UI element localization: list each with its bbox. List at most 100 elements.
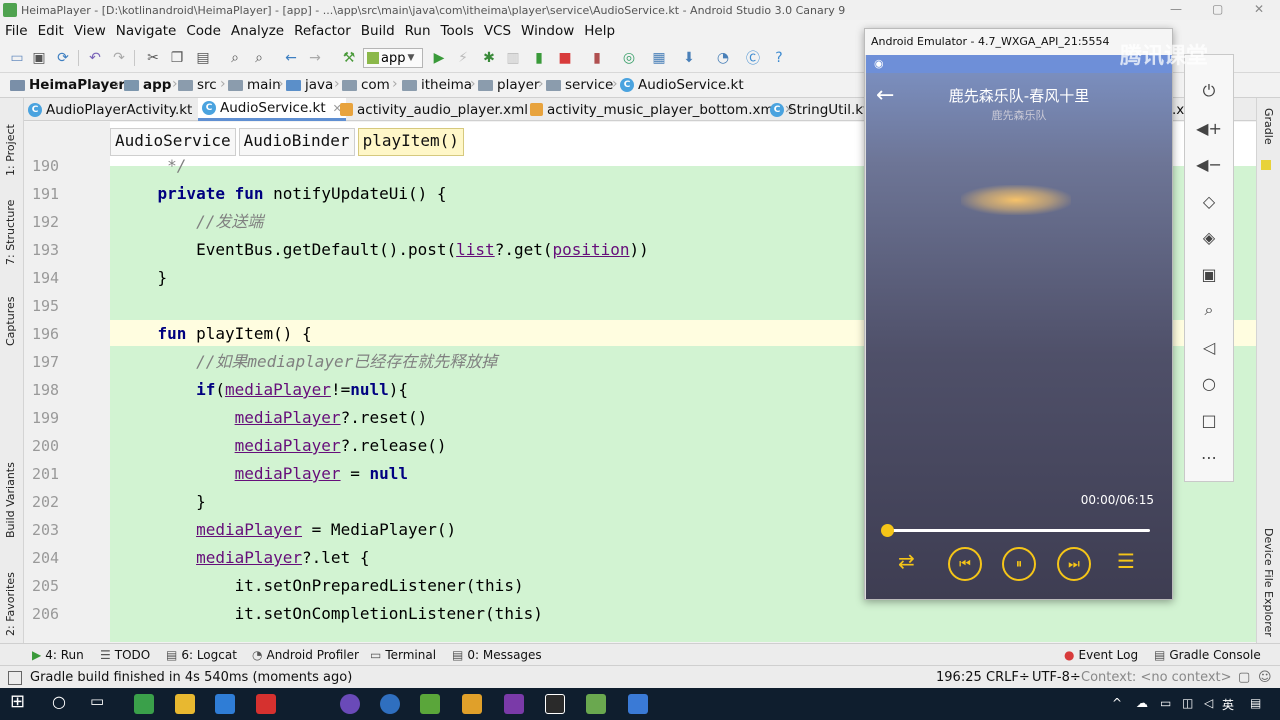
breadcrumb-project[interactable]: HeimaPlayer [10, 77, 125, 93]
back-icon[interactable]: ← [282, 49, 300, 67]
taskbar-app-icon[interactable] [586, 694, 606, 714]
back-nav-icon[interactable]: ◁ [1185, 329, 1233, 365]
previous-button[interactable]: ⏮ [948, 547, 982, 581]
breadcrumb-com[interactable]: com [342, 77, 390, 93]
tab-overflow[interactable]: .x [1172, 98, 1184, 121]
find-icon[interactable]: ⌕ [226, 49, 244, 67]
android-profiler-icon[interactable]: ◔ [714, 49, 732, 67]
menu-code[interactable]: Code [181, 23, 226, 39]
taskbar-app-icon[interactable] [256, 694, 276, 714]
task-view-icon[interactable]: ▭ [90, 692, 110, 712]
ime-indicator[interactable]: 英 [1222, 696, 1234, 713]
volume-down-icon[interactable]: ◀− [1185, 146, 1233, 182]
sync-gradle-icon[interactable]: ◎ [620, 49, 638, 67]
tool-todo[interactable]: ☰ TODO [100, 648, 150, 662]
lock-icon[interactable]: ▢ [1238, 670, 1250, 685]
tool-event-log[interactable]: ● Event Log [1064, 648, 1138, 662]
menu-tools[interactable]: Tools [436, 23, 479, 39]
tool-messages[interactable]: ▤ 0: Messages [452, 648, 542, 662]
profile-icon[interactable]: ▥ [504, 49, 522, 67]
taskbar-app-icon[interactable] [340, 694, 360, 714]
maximize-icon[interactable]: ▢ [1212, 2, 1223, 16]
tray-caret[interactable]: ^ [1112, 696, 1122, 710]
play-mode-icon[interactable]: ⇄ [898, 549, 915, 573]
tab-activity-music-player-bottom-xml[interactable]: activity_music_player_bottom.xml ✕ [530, 98, 794, 121]
debug-icon[interactable]: ✱ [480, 49, 498, 67]
breadcrumb-service[interactable]: service [546, 77, 613, 93]
taskbar-app-icon[interactable] [462, 694, 482, 714]
inspector-icon[interactable]: ☺ [1258, 670, 1272, 685]
search-icon[interactable]: ○ [52, 692, 72, 712]
network-icon[interactable]: ◫ [1182, 696, 1193, 710]
forward-icon[interactable]: → [306, 49, 324, 67]
open-folder-icon[interactable]: ▭ [8, 49, 26, 67]
emulator-screen[interactable]: ◉ ← 鹿先森乐队-春风十里 鹿先森乐队 00:00/06:15 ⇄ ⏮ ⏸ ⏭… [866, 55, 1172, 599]
tab-string-util[interactable]: C StringUtil.kt [770, 98, 868, 121]
line-separator[interactable]: CRLF÷ [986, 670, 1030, 685]
seek-bar-thumb[interactable] [881, 524, 894, 537]
taskbar-app-icon[interactable] [215, 694, 235, 714]
taskbar-app-icon[interactable] [134, 694, 154, 714]
breadcrumb-java[interactable]: java [286, 77, 333, 93]
minimize-icon[interactable]: — [1170, 2, 1182, 16]
pause-button[interactable]: ⏸ [1002, 547, 1036, 581]
breadcrumb-file[interactable]: C AudioService.kt [620, 77, 744, 93]
tool-window-favorites[interactable]: 2: Favorites [4, 556, 17, 636]
tray-cloud-icon[interactable]: ☁ [1136, 696, 1148, 710]
menu-vcs[interactable]: VCS [479, 23, 516, 39]
tool-window-project[interactable]: 1: Project [4, 106, 17, 176]
make-project-icon[interactable]: ⚒ [340, 49, 358, 67]
rotate-right-icon[interactable]: ◈ [1185, 219, 1233, 255]
rotate-left-icon[interactable]: ◇ [1185, 183, 1233, 219]
sdk-manager-icon[interactable]: ⬇ [680, 49, 698, 67]
taskbar-app-icon[interactable] [504, 694, 524, 714]
tool-window-build-variants[interactable]: Build Variants [4, 448, 17, 538]
breadcrumb-player[interactable]: player [478, 77, 539, 93]
taskbar-app-icon[interactable] [380, 694, 400, 714]
menu-refactor[interactable]: Refactor [289, 23, 356, 39]
menu-view[interactable]: View [69, 23, 111, 39]
taskbar-app-icon[interactable] [545, 694, 565, 714]
volume-icon[interactable]: ◁ [1204, 696, 1213, 710]
breadcrumb-src[interactable]: src [178, 77, 217, 93]
tool-gradle-console[interactable]: ▤ Gradle Console [1154, 648, 1261, 662]
menu-analyze[interactable]: Analyze [226, 23, 289, 39]
menu-help[interactable]: Help [579, 23, 620, 39]
breadcrumb-main[interactable]: main [228, 77, 281, 93]
breadcrumb-itheima[interactable]: itheima [402, 77, 472, 93]
next-button[interactable]: ⏭ [1057, 547, 1091, 581]
taskbar-app-icon[interactable] [628, 694, 648, 714]
tab-audio-player-activity[interactable]: CAudioPlayerActivity.kt✕ [28, 98, 209, 121]
menu-window[interactable]: Window [516, 23, 579, 39]
tool-window-structure[interactable]: 7: Structure [4, 190, 17, 265]
volume-up-icon[interactable]: ◀+ [1185, 110, 1233, 146]
apply-changes-icon[interactable]: ⚡ [454, 49, 472, 67]
menu-edit[interactable]: Edit [33, 23, 69, 39]
home-icon[interactable]: ○ [1185, 365, 1233, 401]
tool-window-captures[interactable]: Captures [4, 286, 17, 346]
menu-run[interactable]: Run [400, 23, 436, 39]
tab-audio-service[interactable]: C AudioService.kt ✕ [198, 98, 346, 121]
breadcrumb-module[interactable]: app [124, 77, 171, 93]
paste-icon[interactable]: ▤ [194, 49, 212, 67]
tool-android-profiler[interactable]: ◔ Android Profiler [252, 648, 359, 662]
battery-icon[interactable]: ▭ [1160, 696, 1171, 710]
save-all-icon[interactable]: ▣ [30, 49, 48, 67]
close-icon[interactable]: ✕ [1254, 2, 1264, 16]
tool-run[interactable]: ▶ 4: Run [32, 648, 84, 662]
notification-icon[interactable]: ▤ [1250, 696, 1261, 710]
help-icon[interactable]: ? [770, 49, 788, 67]
attach-debugger-icon[interactable]: ▮ [530, 49, 548, 67]
copy-icon[interactable]: ❐ [168, 49, 186, 67]
tool-window-device-file-explorer[interactable]: Device File Explorer [1262, 528, 1275, 637]
screenshot-icon[interactable]: ▣ [1185, 256, 1233, 292]
tab-activity-audio-player-xml[interactable]: activity_audio_player.xml✕ [340, 98, 544, 121]
menu-build[interactable]: Build [356, 23, 400, 39]
more-icon[interactable]: ⋯ [1185, 439, 1233, 475]
run-icon[interactable]: ▶ [430, 49, 448, 67]
caret-position[interactable]: 196:25 [936, 670, 982, 685]
cut-icon[interactable]: ✂ [144, 49, 162, 67]
playlist-icon[interactable]: ☰ [1117, 549, 1135, 573]
zoom-icon[interactable]: ⌕ [1185, 292, 1233, 328]
replace-icon[interactable]: ⌕ [250, 49, 268, 67]
